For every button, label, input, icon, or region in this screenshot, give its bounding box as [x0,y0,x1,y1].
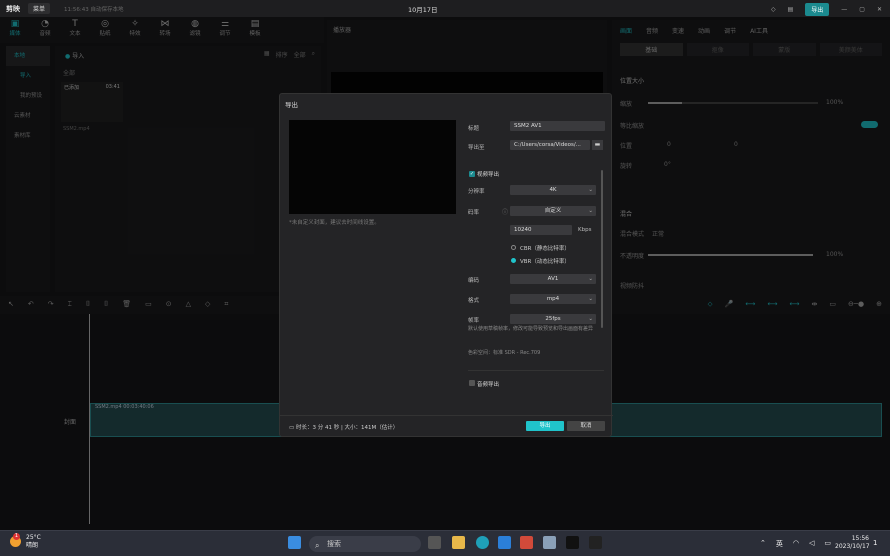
taskview-icon[interactable] [428,536,441,549]
video-export-checkbox[interactable]: ✓ [469,171,475,177]
divider [468,370,604,371]
volume-icon[interactable]: ◁ [809,539,814,549]
menu-button[interactable]: 菜单 [28,3,51,14]
kbps-unit: Kbps [578,227,592,233]
title-input[interactable]: SSM2 AV1 [510,121,605,131]
audio-export-label: 音频导出 [477,382,500,388]
taskbar: 1 25°C 晴朗 搜索 ⌕ ⌃ 英 ◠ ◁ ▭ 15:56 2023/10/17 … [0,530,890,556]
bitrate-select[interactable]: 自定义 ⌄ [510,206,596,216]
weather-widget[interactable]: 25°C 晴朗 [26,534,41,550]
cbr-label: CBR（静态比特率） [520,246,570,252]
capcut-icon[interactable] [566,536,579,549]
app-icon[interactable] [520,536,533,549]
chevron-down-icon: ⌄ [588,276,593,282]
autosave-status: 11:56:43 自动保存本地 [64,6,124,13]
folder-icon[interactable]: ▬ [592,140,603,150]
info-icon: ⓘ [502,209,509,216]
taskbar-clock[interactable]: 15:56 2023/10/17 [835,535,870,551]
export-path-input[interactable]: C:/Users/corsa/Videos/... [510,140,590,150]
store-icon[interactable] [498,536,511,549]
codec-label: 编码 [468,278,480,284]
export-dialog: 导出 *未自定义封面，建议去时间线设置。 标题 SSM2 AV1 导出至 C:/… [279,93,613,437]
vbr-label: VBR（动态比特率） [520,259,570,265]
input-language[interactable]: 英 [776,539,783,549]
maximize-icon[interactable]: ▢ [859,6,865,13]
title-bar: 剪映 菜单 11:56:43 自动保存本地 10月17日 ◇ ▤ 导出 — ▢ … [0,0,890,17]
cover-tip: *未自定义封面，建议去时间线设置。 [289,220,380,226]
format-select[interactable]: mp4 ⌄ [510,294,596,304]
fps-note: 默认使用草稿帧率，修改可能导致预览和导出画面有差异 [468,326,594,332]
epic-icon[interactable] [589,536,602,549]
video-export-label: 视频导出 [477,172,500,178]
duration-size-info: ▭ 时长：3 分 41 秒 | 大小：141M（估计） [289,425,399,431]
audio-export-checkbox[interactable] [469,380,475,386]
edge-icon[interactable] [476,536,489,549]
chevron-down-icon: ⌄ [588,208,593,214]
codec-select[interactable]: AV1 ⌄ [510,274,596,284]
close-icon[interactable]: ✕ [877,6,882,13]
notification-badge: 1 [13,533,20,540]
color-space: 色彩空间：标准 SDR - Rec.709 [468,350,541,356]
vip-icon[interactable]: ◇ [771,6,776,13]
search-icon: ⌕ [315,541,320,550]
chevron-down-icon: ⌄ [588,296,593,302]
wifi-icon[interactable]: ◠ [793,539,799,549]
kbps-input[interactable]: 10240 [510,225,572,235]
minimize-icon[interactable]: — [841,6,847,13]
export-button[interactable]: 导出 [526,421,564,431]
dialog-title: 导出 [285,101,298,109]
resolution-label: 分辨率 [468,189,485,195]
bitrate-label: 码率 [468,210,480,216]
cbr-radio[interactable] [511,245,516,250]
notification-count[interactable]: 1 [873,539,877,547]
chevron-down-icon: ⌄ [588,316,593,322]
format-label: 格式 [468,298,480,304]
layout-icon[interactable]: ▤ [788,6,794,13]
chevron-up-icon[interactable]: ⌃ [760,539,766,549]
taskbar-search[interactable]: 搜索 [309,536,421,552]
chevron-down-icon: ⌄ [588,187,593,193]
fps-select[interactable]: 25fps ⌄ [510,314,596,324]
dialog-scrollbar[interactable] [601,170,603,328]
title-label: 标题 [468,126,480,132]
cancel-button[interactable]: 取消 [567,421,605,431]
fps-label: 帧率 [468,318,480,324]
app-logo: 剪映 [6,4,20,13]
top-export-button[interactable]: 导出 [805,3,830,16]
vbr-radio[interactable] [511,258,516,263]
export-to-label: 导出至 [468,145,485,151]
film-icon: ▭ [289,425,295,431]
system-tray: ⌃ 英 ◠ ◁ ▭ [760,539,831,549]
photos-icon[interactable] [543,536,556,549]
project-title: 10月17日 [408,6,438,14]
battery-icon[interactable]: ▭ [824,539,831,549]
export-preview[interactable] [289,120,456,214]
explorer-icon[interactable] [452,536,465,549]
resolution-select[interactable]: 4K ⌄ [510,185,596,195]
dialog-footer: ▭ 时长：3 分 41 秒 | 大小：141M（估计） 导出 取消 [280,415,613,437]
start-icon[interactable] [288,536,301,549]
